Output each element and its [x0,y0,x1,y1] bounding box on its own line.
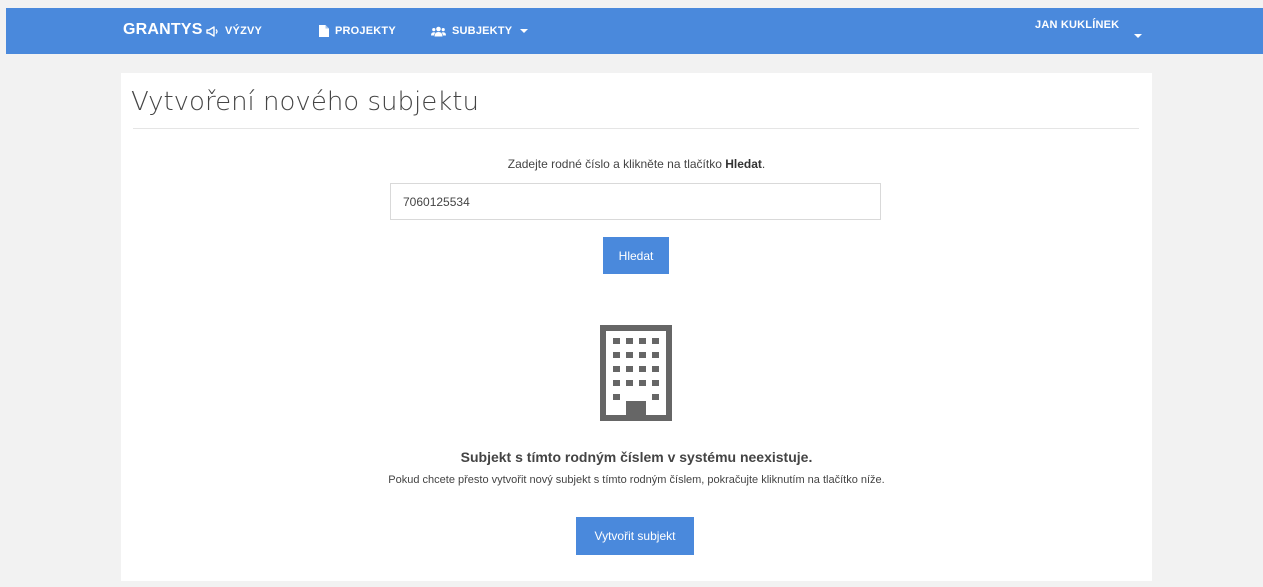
nav-item-subjekty[interactable]: SUBJEKTY [431,25,529,37]
top-navbar: GRANTYS VÝZVY PROJEKTY SUBJEKTY JAN KUKL… [6,8,1263,54]
user-menu[interactable]: JAN KUKLÍNEK [1035,19,1119,31]
document-icon [319,25,329,37]
create-subject-button[interactable]: Vytvořit subjekt [576,517,694,555]
page-title: Vytvoření nového subjektu [131,87,479,117]
not-found-title: Subjekt s tímto rodným číslem v systému … [460,449,813,465]
users-icon [431,26,446,37]
search-instruction: Zadejte rodné číslo a klikněte na tlačít… [121,157,1152,171]
chevron-down-icon[interactable] [1134,34,1142,38]
nav-item-vyzvy[interactable]: VÝZVY [206,25,262,37]
content-panel: Vytvoření nového subjektu Zadejte rodné … [121,73,1152,581]
nav-item-label: PROJEKTY [335,25,396,37]
nav-item-projekty[interactable]: PROJEKTY [319,25,396,37]
instruction-bold: Hledat [725,157,762,171]
nav-item-label: SUBJEKTY [452,25,513,37]
birth-number-input[interactable] [390,183,881,220]
search-button[interactable]: Hledat [603,237,669,274]
nav-item-label: VÝZVY [225,25,263,37]
brand-logo[interactable]: GRANTYS [123,21,203,39]
instruction-text: Zadejte rodné číslo a klikněte na tlačít… [507,157,726,171]
not-found-hint: Pokud chcete přesto vytvořit nový subjek… [388,474,885,486]
instruction-suffix: . [761,157,766,171]
chevron-down-icon [520,29,529,33]
title-divider [133,128,1139,129]
megaphone-icon [206,25,219,37]
building-icon [596,323,676,428]
